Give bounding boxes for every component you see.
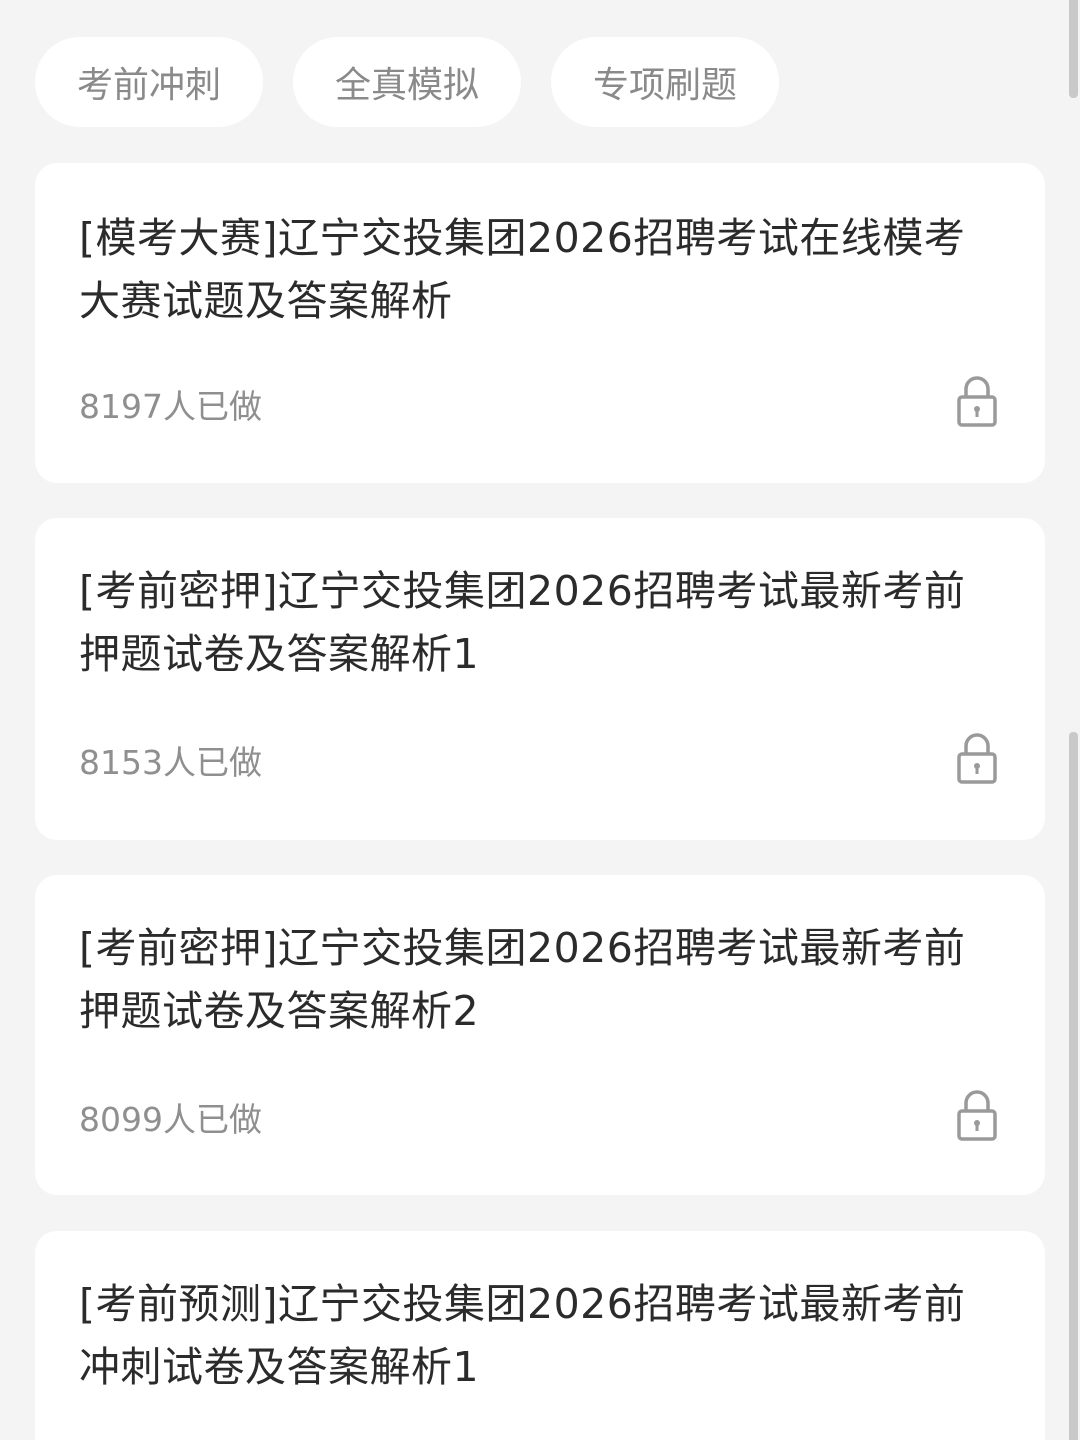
- scrollbar[interactable]: [1068, 0, 1080, 1440]
- tab-topic-practice[interactable]: 专项刷题: [551, 37, 779, 127]
- category-tabs: 考前冲刺 全真模拟 专项刷题: [35, 37, 779, 127]
- participant-count: 8099人已做: [79, 1100, 262, 1139]
- exam-card[interactable]: [考前预测]辽宁交投集团2026招聘考试最新考前冲刺试卷及答案解析1: [35, 1231, 1045, 1440]
- exam-card[interactable]: [模考大赛]辽宁交投集团2026招聘考试在线模考大赛试题及答案解析 8197人已…: [35, 163, 1045, 483]
- scrollbar-thumb[interactable]: [1069, 732, 1078, 1440]
- exam-card[interactable]: [考前密押]辽宁交投集团2026招聘考试最新考前押题试卷及答案解析2 8099人…: [35, 875, 1045, 1195]
- tab-mock-exam[interactable]: 全真模拟: [293, 37, 521, 127]
- exam-card[interactable]: [考前密押]辽宁交投集团2026招聘考试最新考前押题试卷及答案解析1 8153人…: [35, 518, 1045, 840]
- participant-count: 8197人已做: [79, 387, 262, 426]
- exam-title: [模考大赛]辽宁交投集团2026招聘考试在线模考大赛试题及答案解析: [79, 214, 966, 325]
- exam-title: [考前密押]辽宁交投集团2026招聘考试最新考前押题试卷及答案解析1: [79, 567, 966, 678]
- lock-icon: [957, 376, 997, 427]
- tab-sprint[interactable]: 考前冲刺: [35, 37, 263, 127]
- scrollbar-thumb-top: [1069, 0, 1078, 98]
- lock-icon: [957, 1090, 997, 1141]
- lock-icon: [957, 733, 997, 784]
- participant-count: 8153人已做: [79, 743, 262, 782]
- exam-title: [考前密押]辽宁交投集团2026招聘考试最新考前押题试卷及答案解析2: [79, 924, 966, 1035]
- exam-list-page: 考前冲刺 全真模拟 专项刷题 [模考大赛]辽宁交投集团2026招聘考试在线模考大…: [0, 0, 1080, 1440]
- exam-title: [考前预测]辽宁交投集团2026招聘考试最新考前冲刺试卷及答案解析1: [79, 1280, 966, 1391]
